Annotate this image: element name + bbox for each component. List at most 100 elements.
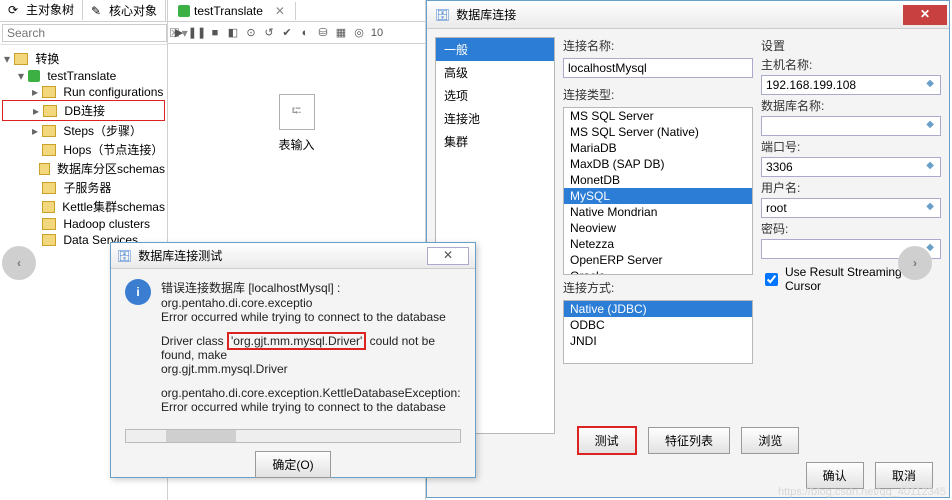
diamond-icon[interactable]: ◆ [926,201,934,212]
list-item[interactable]: Native Mondrian [564,204,752,220]
ok-button[interactable]: 确定(O) [255,451,330,478]
cat-general[interactable]: 一般 [436,38,554,61]
tree-label: testTranslate [47,69,116,83]
diamond-icon[interactable]: ◆ [926,119,934,130]
conn-mode-list[interactable]: Native (JDBC) ODBC JNDI [563,300,753,364]
db-label: 数据库名称: [761,97,941,114]
conn-type-list[interactable]: MS SQL Server MS SQL Server (Native) Mar… [563,107,753,275]
features-button[interactable]: 特征列表 [648,427,730,454]
nav-prev-button[interactable]: ‹ [2,246,36,280]
conn-name-input[interactable]: localhostMysql [563,58,753,78]
canvas-step[interactable]: ⮓ 表输入 [267,94,327,153]
close-button[interactable]: ✕ [903,5,947,25]
conn-type-label: 连接类型: [563,86,753,103]
pencil-icon: ✎ [91,4,105,18]
close-button[interactable]: ✕ [427,247,469,265]
port-input[interactable]: 3306◆ [761,157,941,177]
debug-icon[interactable]: ⊙ [244,26,258,40]
checkbox-input[interactable] [765,273,778,286]
list-item-mysql[interactable]: MySQL [564,188,752,204]
tree-label: DB连接 [64,102,105,119]
list-item[interactable]: MariaDB [564,140,752,156]
preview-icon[interactable]: ◧ [226,26,240,40]
folder-icon [42,86,56,98]
test-button[interactable]: 测试 [577,426,637,455]
stop-icon[interactable]: ■ [208,26,222,40]
folder-icon [39,163,50,175]
cat-pool[interactable]: 连接池 [436,107,554,130]
tab-core-objects[interactable]: ✎ 核心对象 [83,0,166,21]
cat-cluster[interactable]: 集群 [436,130,554,153]
object-tree: ▾ 转换 ▾ testTranslate ▸ Run configuration… [0,45,167,252]
list-item[interactable]: Netezza [564,236,752,252]
user-input[interactable]: root◆ [761,198,941,218]
list-item[interactable]: JNDI [564,333,752,349]
diamond-icon[interactable]: ◆ [926,78,934,89]
run-icon[interactable]: ▶ [172,26,186,40]
settings-pane: 设置 主机名称: 192.168.199.108◆ 数据库名称: ◆ 端口号: … [761,37,941,434]
list-item[interactable]: MaxDB (SAP DB) [564,156,752,172]
canvas-tabs: testTranslate ✕ [168,0,425,22]
tab-main-tree[interactable]: ⟳ 主对象树 [0,0,83,21]
list-item[interactable]: MS SQL Server (Native) [564,124,752,140]
browse-button[interactable]: 浏览 [741,427,799,454]
list-item[interactable]: Oracle [564,268,752,275]
tree-root[interactable]: ▾ 转换 [2,49,165,68]
list-item[interactable]: Neoview [564,220,752,236]
folder-icon [42,125,56,137]
folder-icon [43,105,57,117]
sql-icon[interactable]: ⛁ [316,26,330,40]
list-item[interactable]: OpenERP Server [564,252,752,268]
canvas-tab-testtranslate[interactable]: testTranslate ✕ [168,2,296,20]
host-input[interactable]: 192.168.199.108◆ [761,75,941,95]
tree-label: Hops（节点连接） [63,141,163,158]
pause-icon[interactable]: ❚❚ [190,26,204,40]
folder-icon [42,201,55,213]
list-item[interactable]: ODBC [564,317,752,333]
tree-node-runconfig[interactable]: ▸ Run configurations [2,84,165,100]
tree-label: Run configurations [63,85,163,99]
tree-label: Kettle集群schemas [62,198,165,215]
folder-icon [42,218,56,230]
zoom-label[interactable]: 10 [370,26,384,40]
folder-icon [42,144,56,156]
tree-node-testtranslate[interactable]: ▾ testTranslate [2,68,165,84]
diamond-icon[interactable]: ◆ [926,160,934,171]
database-icon: 🗄 [117,249,132,263]
msg-body: i 错误连接数据库 [localhostMysql] : org.pentaho… [111,269,475,429]
pwd-label: 密码: [761,220,941,237]
folder-icon [42,234,56,246]
impact-icon[interactable]: ◐ [298,26,312,40]
verify-icon[interactable]: ✔ [280,26,294,40]
tree-label: Hadoop clusters [63,217,150,231]
dialog-titlebar[interactable]: 🗄 数据库连接 ✕ [427,1,949,29]
close-icon[interactable]: ✕ [275,4,285,18]
tree-node-steps[interactable]: ▸ Steps（步骤） [2,121,165,140]
tree-node-subserver[interactable]: 子服务器 [2,178,165,197]
list-item[interactable]: MonetDB [564,172,752,188]
cancel-button[interactable]: 取消 [875,462,933,489]
tree-node-hadoop[interactable]: Hadoop clusters [2,216,165,232]
tree-node-kettlecluster[interactable]: Kettle集群schemas [2,197,165,216]
cat-advanced[interactable]: 高级 [436,61,554,84]
tree-label: Steps（步骤） [63,122,142,139]
tree-label: 转换 [35,50,59,67]
tree-node-dbpartition[interactable]: 数据库分区schemas [2,159,165,178]
port-label: 端口号: [761,138,941,155]
ok-button[interactable]: 确认 [806,462,864,489]
list-item[interactable]: MS SQL Server [564,108,752,124]
tree-node-dbconnection[interactable]: ▸ DB连接 [2,100,165,121]
show-icon[interactable]: ◎ [352,26,366,40]
database-icon: 🗄 [435,8,450,22]
scroll-thumb[interactable] [166,430,236,442]
horizontal-scrollbar[interactable] [125,429,461,443]
list-item-native[interactable]: Native (JDBC) [564,301,752,317]
tree-node-hops[interactable]: Hops（节点连接） [2,140,165,159]
db-input[interactable]: ◆ [761,116,941,136]
replay-icon[interactable]: ↺ [262,26,276,40]
nav-next-button[interactable]: › [898,246,932,280]
cat-options[interactable]: 选项 [436,84,554,107]
explore-icon[interactable]: ▦ [334,26,348,40]
msg-titlebar[interactable]: 🗄 数据库连接测试 ✕ [111,243,475,269]
search-input[interactable] [2,24,167,42]
